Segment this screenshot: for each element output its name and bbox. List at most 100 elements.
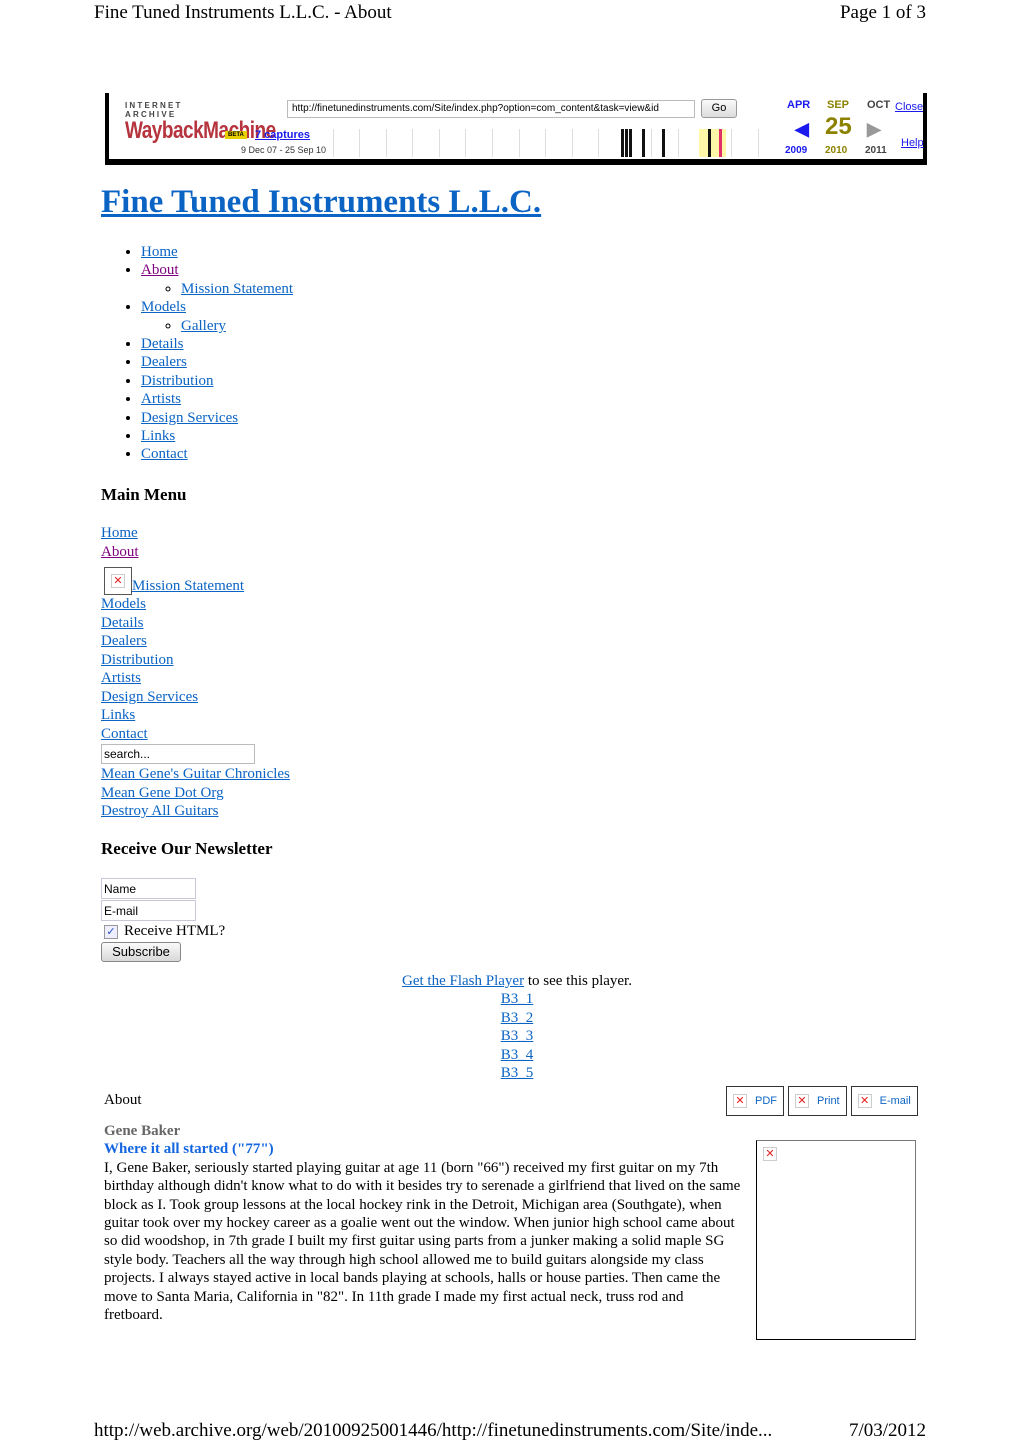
main-menu-heading: Main Menu [101, 485, 187, 504]
print-button[interactable]: ✕ Print [788, 1086, 847, 1116]
prev-capture-arrow-icon[interactable]: ◀ [795, 119, 809, 140]
wayback-capture-range: 9 Dec 07 - 25 Sep 10 [241, 145, 327, 155]
timeline-capture-mark[interactable] [621, 129, 624, 157]
timeline-capture-mark[interactable] [662, 129, 665, 157]
wayback-url-input[interactable]: http://finetunedinstruments.com/Site/ind… [287, 100, 695, 118]
nav-subitem: Gallery [181, 317, 293, 335]
main-menu-item-home[interactable]: Home [101, 524, 290, 543]
newsletter-email-field[interactable] [101, 900, 196, 921]
nav-link-links[interactable]: Links [141, 428, 175, 444]
nav-link-distribution[interactable]: Distribution [141, 373, 214, 389]
timeline-capture-mark[interactable] [708, 129, 711, 157]
nav-link-mission-statement[interactable]: Mission Statement [181, 281, 293, 297]
timeline-gridline [465, 129, 466, 157]
nav-link-models[interactable]: Models [141, 299, 186, 315]
timeline-gridline [359, 129, 360, 157]
nav-item: Contact [141, 445, 293, 463]
track-link[interactable]: B3_4 [300, 1046, 734, 1064]
timeline-gridline [572, 129, 573, 157]
nav-link-about[interactable]: About [141, 262, 179, 278]
prev-month[interactable]: APR [787, 99, 810, 111]
timeline-capture-mark[interactable] [625, 129, 628, 157]
subscribe-button[interactable]: Subscribe [101, 942, 181, 962]
wayback-captures-link[interactable]: 7 captures [255, 129, 310, 141]
nav-link-contact[interactable]: Contact [141, 446, 188, 462]
main-menu-item-mission-row: ✕ Mission Statement [101, 561, 290, 595]
wayback-help-link[interactable]: Help [901, 137, 924, 149]
search-input[interactable] [101, 744, 255, 764]
wayback-logo-top: INTERNET ARCHIVE [125, 101, 183, 119]
nav-link-design-services[interactable]: Design Services [141, 410, 238, 426]
nav-link-home[interactable]: Home [141, 244, 178, 260]
top-navigation: HomeAboutMission StatementModelsGalleryD… [101, 243, 293, 464]
wayback-close-link[interactable]: Close [895, 101, 923, 113]
main-menu-item-links[interactable]: Links [101, 706, 290, 725]
broken-image-icon: ✕ [104, 567, 132, 595]
link-mean-genes-guitar-chronicles[interactable]: Mean Gene's Guitar Chronicles [101, 765, 290, 784]
main-menu-item-artists[interactable]: Artists [101, 669, 290, 688]
pdf-label: PDF [755, 1095, 777, 1107]
site-title: Fine Tuned Instruments L.L.C. [101, 184, 541, 221]
link-destroy-all-guitars[interactable]: Destroy All Guitars [101, 802, 290, 821]
wayback-logo[interactable]: INTERNET ARCHIVE WaybackMachine BETA [125, 101, 276, 144]
wayback-logo-main: WaybackMachine [125, 117, 276, 144]
nav-item: Dealers [141, 353, 293, 371]
main-menu: Home About ✕ Mission Statement Models Det… [101, 524, 290, 821]
link-mean-gene-dot-org[interactable]: Mean Gene Dot Org [101, 784, 290, 803]
current-month: SEP [827, 99, 850, 111]
receive-html-checkbox[interactable]: ✓ [104, 924, 118, 939]
main-menu-item-contact[interactable]: Contact [101, 725, 290, 744]
main-menu-item-about[interactable]: About [101, 543, 290, 562]
nav-submenu: Mission Statement [141, 280, 293, 298]
nav-link-dealers[interactable]: Dealers [141, 354, 187, 370]
timeline-capture-mark[interactable] [719, 129, 722, 157]
nav-link-artists[interactable]: Artists [141, 391, 181, 407]
nav-submenu: Gallery [141, 317, 293, 335]
email-button[interactable]: ✕ E-mail [850, 1086, 918, 1116]
nav-item: Design Services [141, 409, 293, 427]
newsletter-form: ✓ Receive HTML? Subscribe [101, 878, 225, 962]
get-flash-player-link[interactable]: Get the Flash Player [402, 973, 524, 989]
main-menu-item-design-services[interactable]: Design Services [101, 688, 290, 707]
nav-item: AboutMission Statement [141, 261, 293, 298]
receive-html-label: Receive HTML? [124, 923, 226, 939]
timeline-capture-mark[interactable] [629, 129, 632, 157]
newsletter-name-field[interactable] [101, 878, 196, 899]
timeline-capture-mark[interactable] [642, 129, 645, 157]
print-header: Fine Tuned Instruments L.L.C. - About Pa… [94, 2, 926, 26]
article-image-placeholder: ✕ [756, 1140, 916, 1340]
article-author: Gene Baker [104, 1123, 181, 1139]
wayback-timeline[interactable] [333, 127, 779, 157]
broken-image-icon: ✕ [763, 1147, 777, 1161]
timeline-gridline [412, 129, 413, 157]
prev-year[interactable]: 2009 [785, 145, 807, 156]
flash-notice: Get the Flash Player to see this player. [300, 972, 734, 990]
content-heading: About [104, 1092, 142, 1108]
main-menu-item-models[interactable]: Models [101, 595, 290, 614]
track-link[interactable]: B3_1 [300, 990, 734, 1008]
track-link[interactable]: B3_2 [300, 1009, 734, 1027]
timeline-gridline [439, 129, 440, 157]
track-link[interactable]: B3_5 [300, 1064, 734, 1082]
wayback-go-button[interactable]: Go [701, 99, 737, 118]
timeline-gridline [598, 129, 599, 157]
timeline-gridline [386, 129, 387, 157]
nav-item: Distribution [141, 372, 293, 390]
timeline-gridline [519, 129, 520, 157]
broken-image-icon: ✕ [857, 1094, 872, 1108]
nav-item: Home [141, 243, 293, 261]
timeline-gridline [492, 129, 493, 157]
site-title-link[interactable]: Fine Tuned Instruments L.L.C. [101, 184, 541, 220]
nav-item: Links [141, 427, 293, 445]
track-link[interactable]: B3_3 [300, 1027, 734, 1045]
wayback-toolbar: INTERNET ARCHIVE WaybackMachine BETA htt… [105, 93, 927, 165]
nav-item: Models Gallery [141, 298, 293, 335]
main-menu-item-details[interactable]: Details [101, 614, 290, 633]
print-footer: http://web.archive.org/web/2010092500144… [94, 1420, 926, 1442]
nav-link-gallery[interactable]: Gallery [181, 318, 226, 334]
main-menu-item-dealers[interactable]: Dealers [101, 632, 290, 651]
pdf-button[interactable]: ✕ PDF [726, 1086, 784, 1116]
main-menu-item-mission-statement[interactable]: Mission Statement [132, 577, 244, 596]
main-menu-item-distribution[interactable]: Distribution [101, 651, 290, 670]
nav-link-details[interactable]: Details [141, 336, 184, 352]
